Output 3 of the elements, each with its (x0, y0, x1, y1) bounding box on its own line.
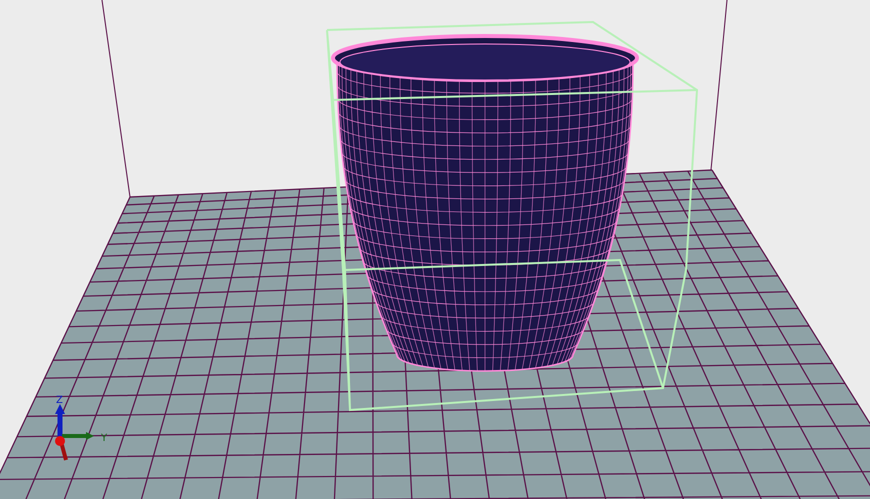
axis-gizmo-icon (55, 404, 94, 461)
axis-label: Y (101, 433, 108, 444)
axis-label: Z (56, 395, 63, 406)
